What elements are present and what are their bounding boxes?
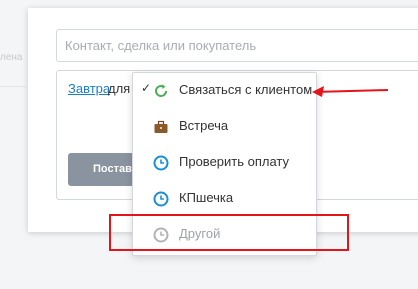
annotation-arrow-icon	[312, 86, 389, 97]
date-link[interactable]: Завтра	[68, 81, 110, 96]
menu-item-contact-client[interactable]: ✓ Связаться с клиентом	[133, 73, 316, 109]
refresh-icon	[155, 84, 168, 97]
menu-item-label: Встреча	[179, 118, 229, 133]
annotation-highlight-box	[109, 214, 349, 251]
clock-icon	[153, 191, 169, 207]
search-input[interactable]	[56, 29, 418, 62]
briefcase-icon	[154, 120, 168, 133]
background-partial-text: лена	[0, 52, 23, 63]
post-button[interactable]: Постав	[68, 153, 134, 186]
clock-icon	[153, 155, 169, 171]
menu-item-kp[interactable]: КПшечка	[133, 181, 316, 217]
menu-item-label: Проверить оплату	[179, 154, 290, 169]
background-divider	[0, 86, 26, 87]
for-label: для	[108, 81, 131, 96]
check-icon: ✓	[141, 81, 152, 95]
menu-item-label: КПшечка	[179, 190, 234, 205]
menu-item-label: Связаться с клиентом	[179, 82, 313, 97]
menu-item-check-payment[interactable]: Проверить оплату	[133, 145, 316, 181]
menu-item-meeting[interactable]: Встреча	[133, 109, 316, 145]
